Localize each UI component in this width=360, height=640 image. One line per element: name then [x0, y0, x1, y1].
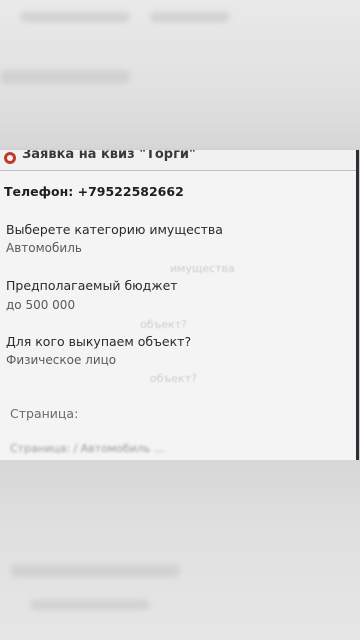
blurred-background-bar	[150, 12, 230, 22]
field-label-budget: Предполагаемый бюджет	[6, 278, 178, 293]
field-value-budget: до 500 000	[6, 298, 76, 312]
field-value-category: Автомобиль	[6, 241, 82, 255]
ghost-text: объект?	[150, 372, 197, 385]
card-title: Заявка на квиз "Торги"	[22, 150, 196, 162]
field-label-category: Выберете категорию имущества	[6, 222, 223, 237]
page-label: Страница:	[10, 406, 79, 421]
lead-notification-card: Заявка на квиз "Торги" Телефон: +7952258…	[0, 150, 359, 463]
ghost-text: объект?	[140, 318, 187, 331]
page-url[interactable]: Страница: / Автомобиль ...	[10, 442, 164, 455]
app-logo-icon	[4, 152, 16, 164]
blurred-background-bar	[30, 600, 150, 610]
blurred-background-bar	[0, 70, 130, 84]
ghost-text: имущества	[170, 262, 235, 275]
blurred-background-bar	[10, 565, 180, 577]
blurred-background-bar	[20, 12, 130, 22]
field-label-buyer: Для кого выкупаем объект?	[6, 334, 192, 349]
card-header: Заявка на квиз "Торги"	[0, 150, 356, 171]
phone-number[interactable]: Телефон: +79522582662	[4, 184, 184, 199]
background-bottom	[0, 460, 360, 640]
field-value-buyer: Физическое лицо	[6, 353, 117, 367]
